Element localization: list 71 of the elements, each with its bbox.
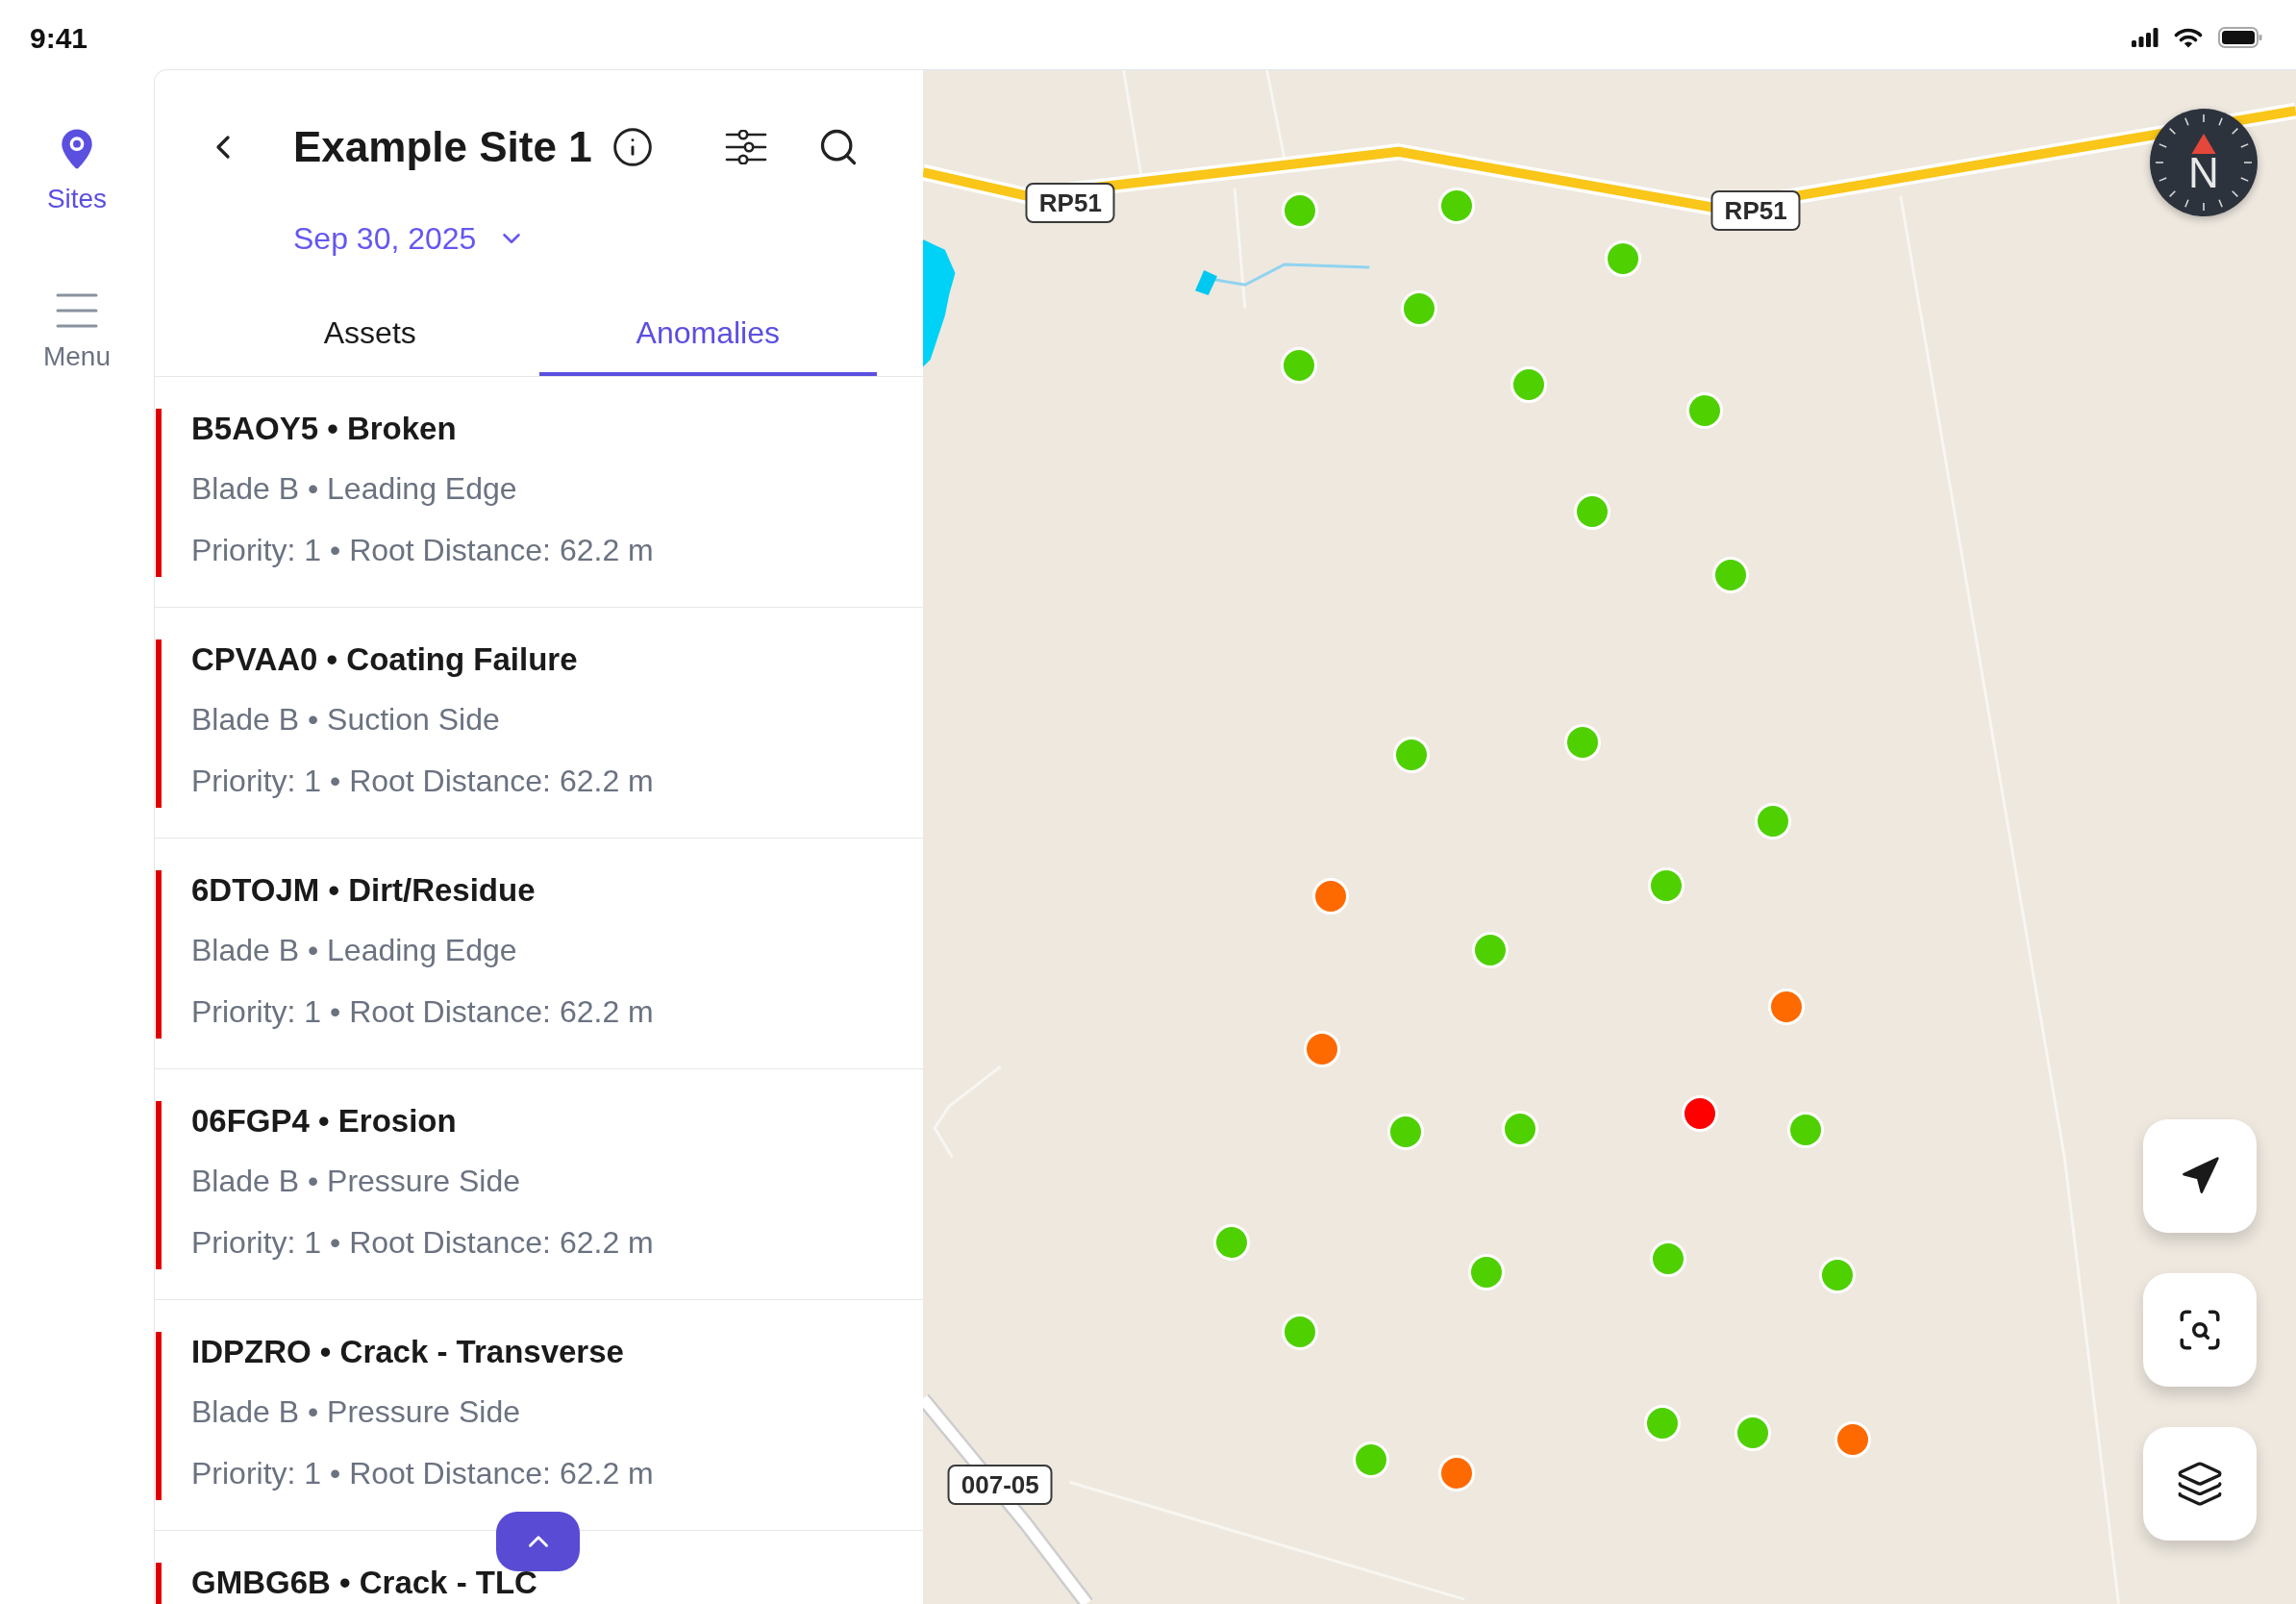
anomaly-title: CPVAA0 • Coating Failure (191, 640, 579, 679)
map-marker-icon[interactable] (1819, 1256, 1857, 1293)
map-marker-icon[interactable] (1834, 1420, 1871, 1458)
sliders-icon (725, 130, 767, 164)
map-marker-icon[interactable] (1648, 866, 1685, 904)
anomaly-meta: Priority: 1 • Root Distance: 62.2 m (191, 993, 654, 1031)
map-marker-icon[interactable] (1352, 1441, 1389, 1478)
locate-button[interactable] (2143, 1119, 2257, 1233)
info-icon (611, 126, 654, 168)
map-marker-icon[interactable] (1282, 191, 1319, 229)
anomaly-title: GMBG6B • Crack - TLC (191, 1564, 537, 1602)
tab[interactable]: Anomalies (538, 289, 877, 376)
scroll-up-button[interactable] (496, 1512, 580, 1571)
map-marker-icon[interactable] (1467, 1253, 1505, 1291)
map-marker-icon[interactable] (1712, 556, 1750, 593)
map-marker-icon[interactable] (1501, 1110, 1538, 1147)
signal-icon (2132, 28, 2159, 47)
pond-shape (1195, 270, 1217, 295)
road-label: RP51 (1025, 183, 1115, 224)
nav-item[interactable]: Menu (42, 293, 111, 374)
road-label: 007-05 (947, 1464, 1053, 1505)
tab[interactable]: Assets (201, 289, 539, 376)
map-marker-icon[interactable] (1472, 931, 1510, 968)
battery-icon (2218, 27, 2262, 48)
status-time: 9:41 (30, 20, 88, 56)
map-marker-icon[interactable] (1755, 802, 1792, 840)
wifi-icon (2174, 27, 2203, 48)
anomaly-meta: Priority: 1 • Root Distance: 62.2 m (191, 532, 654, 569)
road-label: RP51 (1710, 189, 1801, 231)
map-marker-icon[interactable] (1400, 289, 1437, 327)
layers-icon (2176, 1460, 2224, 1508)
anomaly-meta: Priority: 1 • Root Distance: 62.2 m (191, 1455, 654, 1492)
map-marker-icon[interactable] (1393, 737, 1431, 774)
anomaly-title: IDPZRO • Crack - Transverse (191, 1333, 625, 1371)
compass-button[interactable]: N (2150, 109, 2258, 216)
anomaly-location: Blade B • Leading Edge (191, 932, 518, 969)
menu-icon (56, 293, 98, 328)
anomaly-location: Blade B • Suction Side (191, 701, 501, 739)
map-marker-icon[interactable] (1682, 1095, 1719, 1133)
anomaly-location: Blade B • Leading Edge (191, 470, 518, 508)
anomaly-meta: Priority: 1 • Root Distance: 62.2 m (191, 1224, 654, 1262)
anomaly-title: 06FGP4 • Erosion (191, 1102, 458, 1140)
map-marker-icon[interactable] (1282, 1314, 1319, 1351)
anomaly-location: Blade B • Pressure Side (191, 1393, 522, 1431)
map-marker-icon[interactable] (1312, 877, 1350, 915)
site-title: Example Site 1 (293, 122, 592, 172)
map-marker-icon[interactable] (1685, 392, 1723, 430)
map-marker-icon[interactable] (1510, 366, 1548, 403)
anomaly-meta: Priority: 1 • Root Distance: 62.2 m (191, 763, 654, 800)
map-marker-icon[interactable] (1564, 723, 1602, 761)
map-marker-icon[interactable] (1604, 240, 1641, 277)
map-marker-icon[interactable] (1649, 1241, 1686, 1278)
anomaly-title: B5AOY5 • Broken (191, 410, 458, 448)
map-marker-icon[interactable] (1734, 1415, 1772, 1452)
map-pin-icon (59, 128, 95, 170)
map-marker-icon[interactable] (1768, 989, 1806, 1026)
nav-item[interactable]: Sites (46, 128, 108, 216)
map-marker-icon[interactable] (1387, 1113, 1425, 1150)
map-marker-icon[interactable] (1212, 1224, 1250, 1262)
map-marker-icon[interactable] (1438, 1454, 1476, 1491)
anomaly-title: 6DTOJM • Dirt/Residue (191, 871, 537, 910)
layers-button[interactable] (2143, 1427, 2257, 1541)
map-marker-icon[interactable] (1280, 347, 1317, 385)
scan-search-button[interactable] (2143, 1273, 2257, 1387)
date-dropdown[interactable]: Sep 30, 2025 (293, 215, 527, 262)
map-marker-icon[interactable] (1573, 493, 1610, 531)
map-marker-icon[interactable] (1438, 188, 1476, 225)
map-marker-icon[interactable] (1786, 1112, 1824, 1149)
map-marker-icon[interactable] (1643, 1404, 1681, 1441)
map-marker-icon[interactable] (1304, 1031, 1341, 1068)
anomaly-location: Blade B • Pressure Side (191, 1163, 522, 1200)
